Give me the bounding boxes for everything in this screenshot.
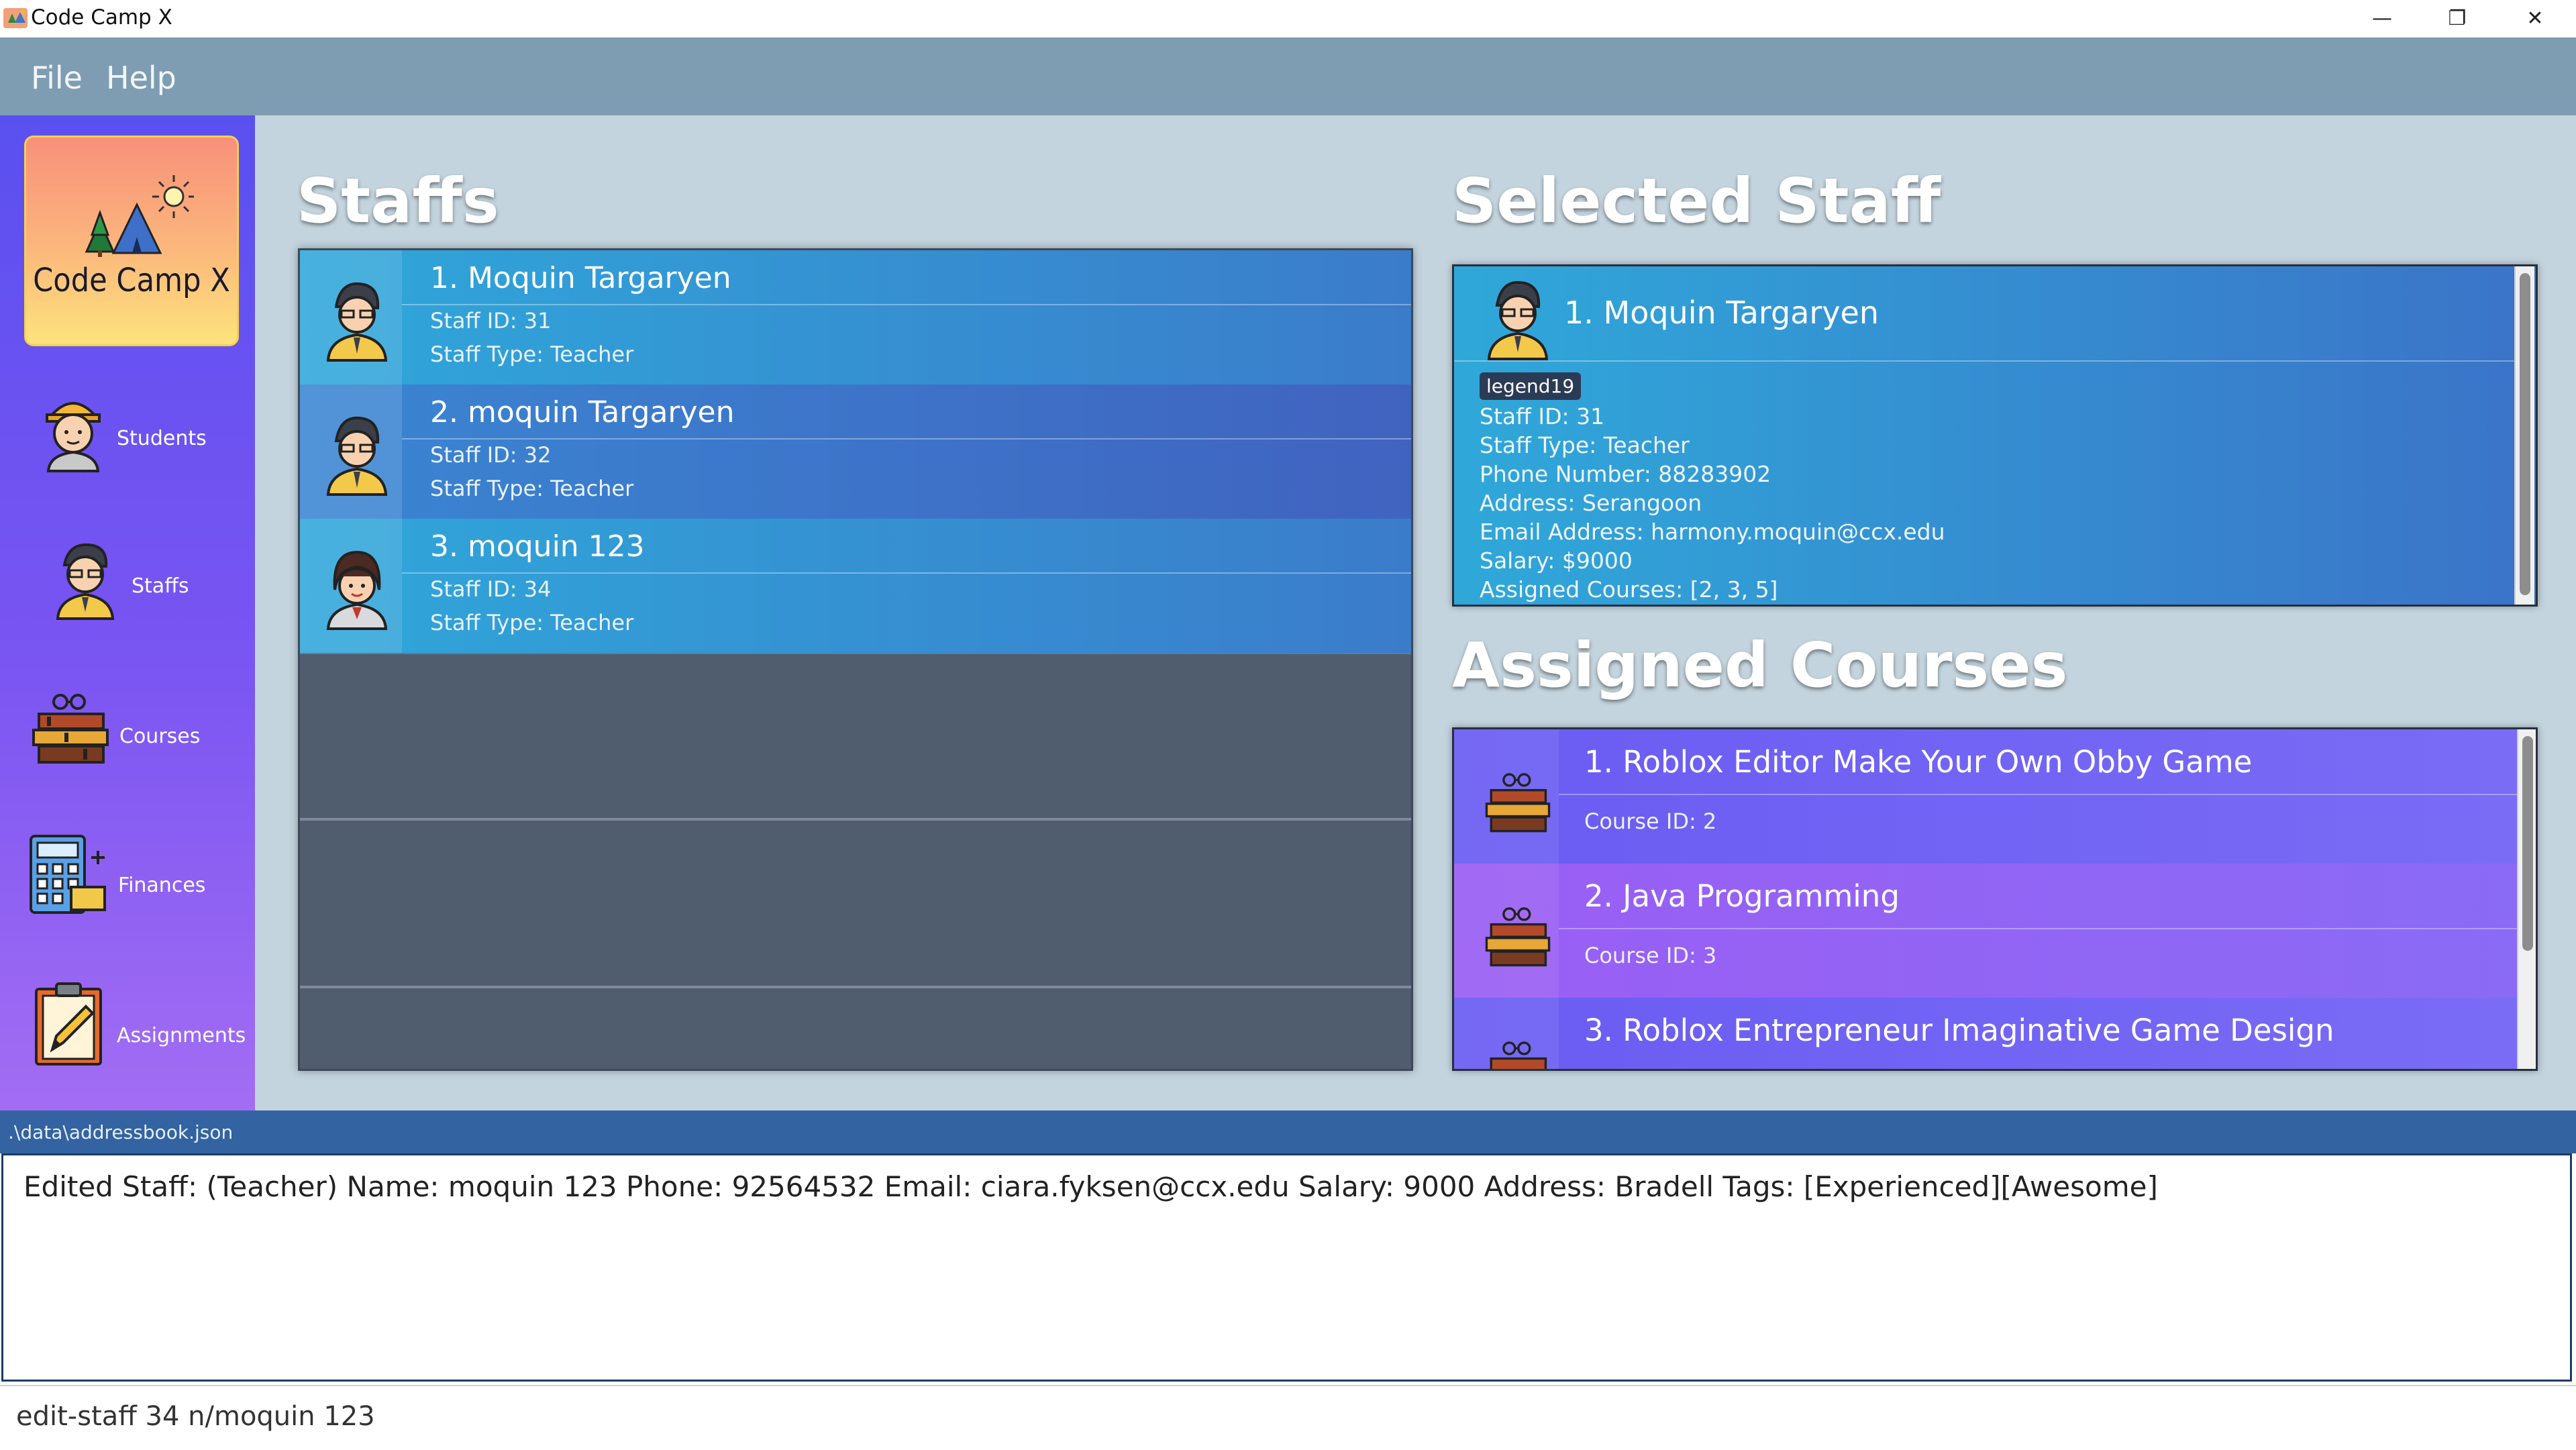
course-name: 2. Java Programming: [1584, 878, 1900, 914]
assigned-courses-list[interactable]: 1. Roblox Editor Make Your Own Obby Game…: [1452, 727, 2538, 1071]
courses-scrollbar[interactable]: [2517, 729, 2536, 1069]
selected-staff-phone: Phone Number: 88283902: [1480, 461, 1771, 487]
title-bar: Code Camp X — ❐ ✕: [0, 0, 2576, 38]
staff-tag: legend19: [1480, 372, 1582, 400]
sidebar: Code Camp X Students Staffs Courses Fina…: [0, 115, 255, 1110]
window-title: Code Camp X: [31, 5, 172, 30]
sidebar-item-staffs[interactable]: Staffs: [0, 511, 255, 645]
card-divider: [1454, 360, 2514, 362]
minimize-button[interactable]: —: [2362, 4, 2402, 34]
staff-icon: [56, 543, 115, 620]
staff-name: 1. Moquin Targaryen: [430, 261, 731, 295]
row-divider: [402, 438, 1411, 439]
status-bar: .\data\addressbook.json: [0, 1110, 2576, 1153]
empty-row-divider: [300, 986, 1411, 988]
staff-type: Staff Type: Teacher: [430, 476, 634, 501]
selected-staff-name: 1. Moquin Targaryen: [1564, 295, 1879, 331]
camp-logo-icon: [85, 175, 194, 257]
staff-type: Staff Type: Teacher: [430, 610, 634, 635]
staff-list[interactable]: 1. Moquin Targaryen Staff ID: 31 Staff T…: [298, 248, 1413, 1071]
sidebar-label-assignments: Assignments: [117, 1024, 246, 1047]
result-display: Edited Staff: (Teacher) Name: moquin 123…: [1, 1153, 2572, 1382]
row-divider: [402, 572, 1411, 574]
staff-list-item[interactable]: 3. moquin 123 Staff ID: 34 Staff Type: T…: [300, 519, 1411, 654]
sidebar-label-students: Students: [117, 427, 207, 450]
selected-staff-id: Staff ID: 31: [1480, 403, 1605, 429]
selected-staff-address: Address: Serangoon: [1480, 490, 1702, 516]
selected-staff-email: Email Address: harmony.moquin@ccx.edu: [1480, 519, 1945, 545]
course-list-item[interactable]: 1. Roblox Editor Make Your Own Obby Game…: [1454, 729, 2517, 864]
male-staff-icon: [326, 416, 388, 496]
course-list-item[interactable]: 2. Java Programming Course ID: 3: [1454, 864, 2517, 998]
staff-id: Staff ID: 32: [430, 442, 552, 468]
selected-staff-type: Staff Type: Teacher: [1480, 432, 1690, 458]
row-divider: [1559, 928, 2517, 929]
staff-name: 3. moquin 123: [430, 529, 645, 564]
course-name: 3. Roblox Entrepreneur Imaginative Game …: [1584, 1013, 2334, 1048]
course-icon-cell: [1454, 864, 1559, 998]
scrollbar-thumb[interactable]: [2522, 736, 2533, 951]
empty-row-divider: [300, 818, 1411, 821]
row-divider: [1559, 794, 2517, 795]
student-icon: [46, 402, 101, 472]
staff-avatar-cell: [300, 384, 402, 519]
clipboard-pencil-icon: [35, 982, 102, 1066]
menu-file[interactable]: File: [31, 60, 83, 96]
selected-staff-scrollbar[interactable]: [2514, 266, 2534, 605]
selected-staff-title: Selected Staff: [1452, 165, 1941, 237]
course-id: Course ID: 3: [1584, 943, 1717, 968]
staff-avatar-cell: [300, 250, 402, 384]
result-text: Edited Staff: (Teacher) Name: moquin 123…: [23, 1170, 2158, 1203]
sidebar-item-finances[interactable]: Finances: [0, 809, 255, 943]
staff-list-item[interactable]: 2. moquin Targaryen Staff ID: 32 Staff T…: [300, 384, 1411, 520]
male-staff-icon: [1487, 280, 1549, 360]
books-icon: [32, 694, 109, 764]
menu-help[interactable]: Help: [106, 60, 176, 96]
sidebar-label-courses: Courses: [119, 725, 201, 748]
course-icon-cell: [1454, 998, 1559, 1069]
selected-staff-card: 1. Moquin Targaryen legend19 Staff ID: 3…: [1452, 264, 2538, 607]
row-divider: [402, 304, 1411, 305]
books-icon: [1485, 773, 1551, 833]
staffs-title: Staffs: [297, 165, 499, 237]
assigned-courses-title: Assigned Courses: [1452, 629, 2068, 701]
selected-staff-courses: Assigned Courses: [2, 3, 5]: [1480, 576, 1778, 603]
command-input[interactable]: [15, 1396, 2500, 1437]
course-icon-cell: [1454, 729, 1559, 864]
staff-id: Staff ID: 34: [430, 576, 552, 602]
course-list-item[interactable]: 3. Roblox Entrepreneur Imaginative Game …: [1454, 998, 2517, 1069]
sidebar-item-assignments[interactable]: Assignments: [0, 958, 255, 1092]
app-icon: [3, 8, 28, 28]
staff-id: Staff ID: 31: [430, 308, 552, 333]
male-staff-icon: [326, 282, 388, 362]
sidebar-item-students[interactable]: Students: [0, 364, 255, 498]
sidebar-label-staffs: Staffs: [132, 574, 189, 598]
staff-list-item[interactable]: 1. Moquin Targaryen Staff ID: 31 Staff T…: [300, 250, 1411, 386]
menu-bar: File Help: [0, 38, 2576, 117]
selected-staff-salary: Salary: $9000: [1480, 548, 1633, 574]
logo-text: Code Camp X: [33, 262, 230, 299]
calculator-icon: [30, 835, 106, 914]
restore-button[interactable]: ❐: [2437, 4, 2477, 34]
command-box: [0, 1385, 2576, 1450]
app-logo: Code Camp X: [24, 136, 239, 346]
staff-avatar-cell: [300, 519, 402, 653]
staff-type: Staff Type: Teacher: [430, 342, 634, 367]
staff-name: 2. moquin Targaryen: [430, 395, 735, 429]
course-name: 1. Roblox Editor Make Your Own Obby Game: [1584, 744, 2253, 780]
sidebar-label-finances: Finances: [118, 874, 206, 897]
books-icon: [1485, 907, 1551, 967]
scrollbar-thumb[interactable]: [2520, 273, 2530, 595]
books-icon: [1490, 1041, 1547, 1069]
close-button[interactable]: ✕: [2515, 4, 2555, 34]
data-file-path: .\data\addressbook.json: [8, 1121, 234, 1143]
female-staff-icon: [326, 550, 388, 630]
course-id: Course ID: 2: [1584, 809, 1717, 834]
sidebar-item-courses[interactable]: Courses: [0, 660, 255, 794]
